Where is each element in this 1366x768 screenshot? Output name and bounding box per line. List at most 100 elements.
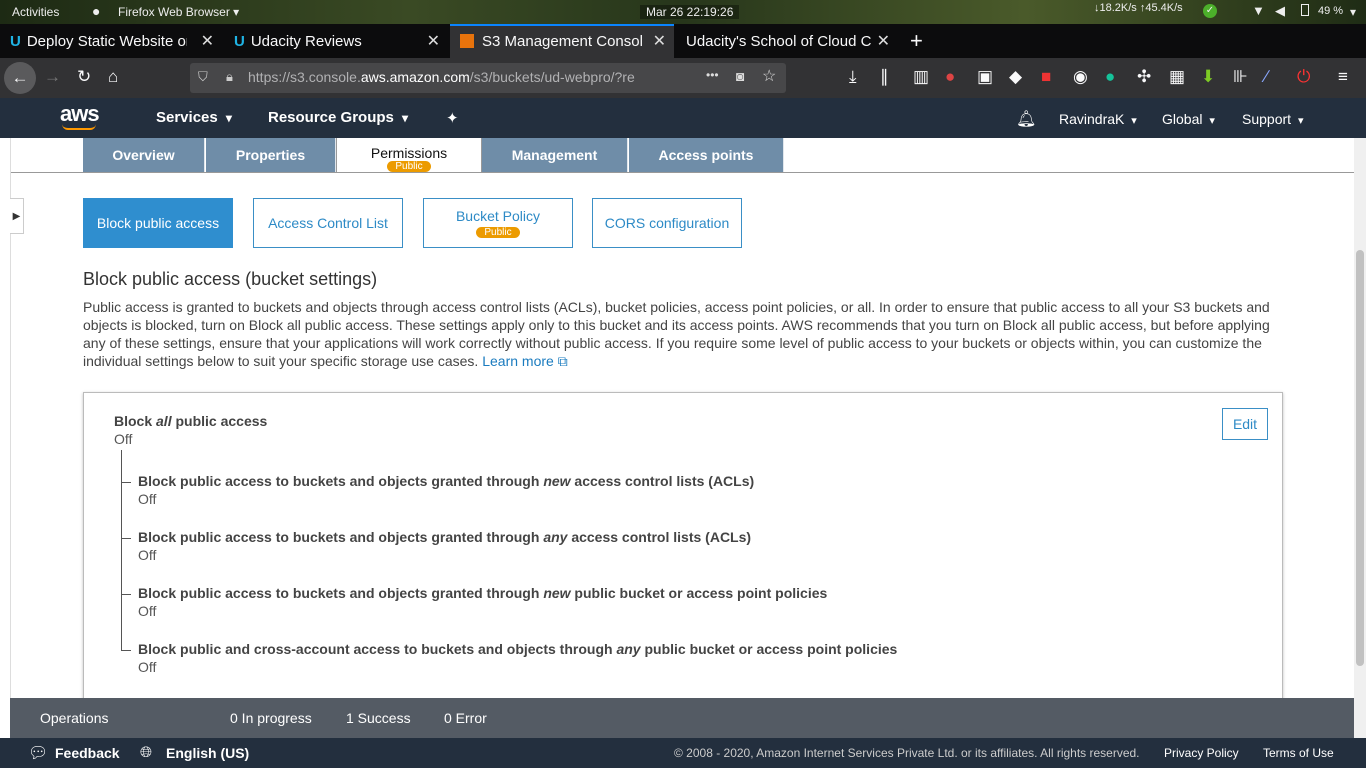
url-text[interactable]: https://s3.console.aws.amazon.com/s3/buc… — [248, 69, 668, 85]
sidebar-icon[interactable]: ▥ — [913, 67, 929, 87]
battery-level: 49 % — [1318, 5, 1344, 17]
extension-icon[interactable]: ■ — [1041, 67, 1051, 87]
button-label: Block public access — [96, 215, 220, 231]
lock-icon[interactable]: 🔒︎ — [226, 69, 233, 85]
extension-icon[interactable]: ∕ — [1265, 67, 1268, 87]
power-icon[interactable]: ⏻ — [1297, 67, 1310, 87]
tab-label: Permissions — [370, 145, 448, 161]
url-domain: aws.amazon.com — [360, 69, 470, 85]
tab-properties[interactable]: Properties — [206, 138, 336, 172]
extension-icon[interactable]: ✣ — [1137, 67, 1151, 87]
aws-header: aws Services ▾ Resource Groups ▾ ✦ 🔔︎ Ra… — [0, 98, 1366, 138]
title-part: access control lists (ACLs) — [570, 473, 755, 489]
button-label: Bucket Policy — [455, 208, 541, 224]
tab-label: Access points — [658, 147, 754, 163]
tab-permissions[interactable]: Permissions Public — [336, 138, 482, 173]
tab-udacity-cloud[interactable]: Udacity's School of Cloud C ✕ — [676, 24, 898, 58]
language-selector[interactable]: English (US) — [166, 745, 249, 761]
extension-icon[interactable]: ● — [945, 67, 955, 87]
shield-icon[interactable]: ⛉ — [198, 69, 208, 85]
tab-label: Overview — [112, 147, 175, 163]
learn-more-link[interactable]: Learn more ⧉ — [482, 353, 567, 369]
description-text: Public access is granted to buckets and … — [83, 299, 1270, 369]
tab-management[interactable]: Management — [482, 138, 628, 172]
setting-title: Block public access to buckets and objec… — [138, 473, 754, 489]
reload-icon[interactable]: ↻ — [77, 67, 91, 87]
tab-overview[interactable]: Overview — [83, 138, 205, 172]
services-label: Services — [156, 109, 218, 126]
block-public-access-button[interactable]: Block public access — [83, 198, 233, 248]
resource-groups-menu[interactable]: Resource Groups ▾ — [268, 109, 408, 126]
firefox-icon: ● — [92, 3, 101, 19]
support-menu[interactable]: Support ▾ — [1242, 111, 1303, 127]
region-menu[interactable]: Global ▾ — [1162, 111, 1215, 127]
activities-button[interactable]: Activities — [12, 5, 59, 19]
setting-value: Off — [138, 603, 157, 619]
title-emphasis: all — [156, 413, 172, 429]
account-menu[interactable]: RavindraK ▾ — [1059, 111, 1137, 127]
title-part: public access — [171, 413, 268, 429]
pocket-icon[interactable]: ◙ — [736, 68, 744, 84]
privacy-policy-link[interactable]: Privacy Policy — [1164, 746, 1239, 760]
forward-icon[interactable]: → — [44, 67, 61, 87]
url-bar[interactable]: ⛉ 🔒︎ https://s3.console.aws.amazon.com/s… — [190, 63, 786, 93]
download-icon[interactable]: ⤓ — [849, 67, 857, 87]
menu-icon[interactable]: ≡ — [1338, 67, 1348, 87]
terms-of-use-link[interactable]: Terms of Use — [1263, 746, 1334, 760]
extension-icon[interactable]: ◆ — [1009, 67, 1022, 87]
close-icon[interactable]: ✕ — [201, 31, 214, 51]
clock[interactable]: Mar 26 22:19:26 — [640, 5, 740, 19]
scrollbar[interactable] — [1354, 138, 1366, 738]
bell-icon[interactable]: 🔔︎ — [1016, 109, 1036, 129]
title-emphasis: any — [543, 529, 568, 545]
grammarly-icon[interactable]: ● — [1105, 67, 1115, 87]
section-description: Public access is granted to buckets and … — [83, 298, 1283, 370]
star-icon[interactable]: ☆ — [762, 66, 776, 86]
plus-icon: + — [910, 28, 923, 53]
close-icon[interactable]: ✕ — [877, 31, 890, 51]
extension-icon[interactable]: ▣ — [977, 67, 993, 87]
title-part: Block public and cross-account access to… — [138, 641, 617, 657]
edit-button[interactable]: Edit — [1222, 408, 1268, 440]
extension-icon[interactable]: ⊪ — [1233, 67, 1248, 87]
resource-groups-label: Resource Groups — [268, 109, 394, 126]
extension-icon[interactable]: ▦ — [1169, 67, 1185, 87]
chevron-down-icon: ▾ — [402, 111, 409, 125]
aws-smile-icon — [62, 124, 96, 130]
tab-udacity-reviews[interactable]: U Udacity Reviews ✕ — [224, 24, 448, 58]
app-menu-arrow: ▾ — [233, 5, 240, 19]
sidebar-toggle[interactable]: ▶ — [10, 198, 24, 234]
tree-branch — [121, 594, 131, 595]
tab-label: S3 Management Console — [482, 32, 642, 50]
learn-more-label: Learn more — [482, 353, 554, 369]
extension-icon[interactable]: ⬇ — [1201, 67, 1215, 87]
bucket-policy-button[interactable]: Bucket Policy Public — [423, 198, 573, 248]
tab-deploy-static[interactable]: U Deploy Static Website on ✕ — [0, 24, 222, 58]
scrollbar-thumb[interactable] — [1356, 250, 1364, 666]
new-tab-button[interactable]: + — [900, 24, 934, 58]
back-icon[interactable]: ← — [4, 62, 36, 94]
setting-value: Off — [138, 659, 157, 675]
system-menu-arrow[interactable]: ▾ — [1350, 5, 1356, 19]
app-name: Firefox Web Browser — [118, 5, 230, 19]
access-control-list-button[interactable]: Access Control List — [253, 198, 403, 248]
library-icon[interactable]: ∥ — [880, 67, 889, 87]
tab-access-points[interactable]: Access points — [629, 138, 784, 172]
cors-configuration-button[interactable]: CORS configuration — [592, 198, 742, 248]
app-menu[interactable]: Firefox Web Browser ▾ — [118, 5, 239, 19]
pin-icon[interactable]: ✦ — [446, 109, 459, 127]
home-icon[interactable]: ⌂ — [108, 67, 118, 87]
close-icon[interactable]: ✕ — [427, 31, 440, 51]
services-menu[interactable]: Services ▾ — [156, 109, 232, 126]
evernote-icon[interactable]: ◉ — [1073, 67, 1088, 87]
close-icon[interactable]: ✕ — [653, 31, 666, 51]
title-emphasis: new — [543, 473, 571, 489]
feedback-link[interactable]: Feedback — [55, 745, 120, 761]
page-actions-icon[interactable]: ••• — [706, 68, 719, 82]
success-count: 1 Success — [346, 710, 411, 726]
main-content: Overview Properties Permissions Public M… — [10, 138, 1354, 698]
tab-s3-console[interactable]: S3 Management Console ✕ — [450, 24, 674, 58]
setting-value: Off — [114, 431, 133, 447]
tab-label: Properties — [235, 147, 306, 163]
operations-bar[interactable]: Operations 0 In progress 1 Success 0 Err… — [10, 698, 1354, 738]
